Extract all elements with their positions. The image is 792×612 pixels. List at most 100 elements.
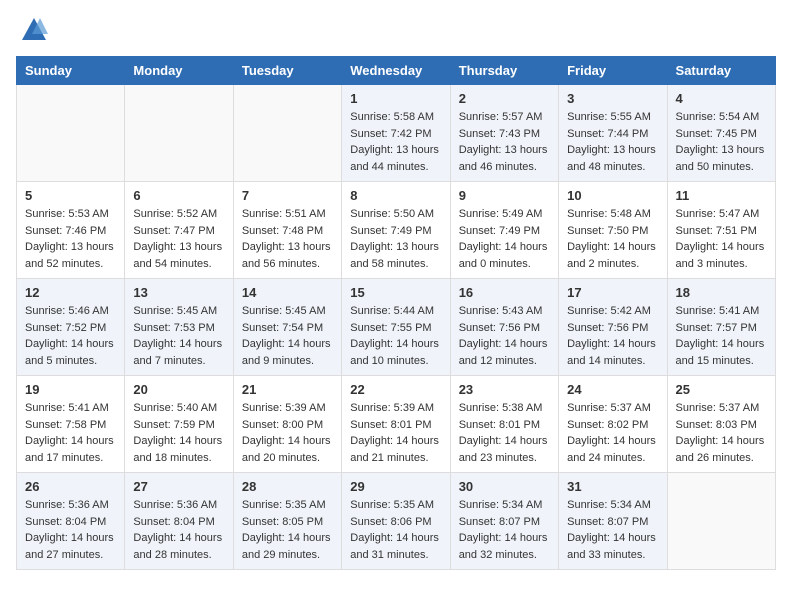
day-number: 27 (133, 479, 224, 494)
header-friday: Friday (559, 57, 667, 85)
day-number: 20 (133, 382, 224, 397)
calendar-week-row: 19 Sunrise: 5:41 AMSunset: 7:58 PMDayligh… (17, 376, 776, 473)
day-info: Sunrise: 5:51 AMSunset: 7:48 PMDaylight:… (242, 206, 333, 272)
calendar-week-row: 12 Sunrise: 5:46 AMSunset: 7:52 PMDayligh… (17, 279, 776, 376)
day-number: 22 (350, 382, 441, 397)
logo-icon (20, 16, 48, 44)
calendar-cell: 31Sunrise: 5:34 AMSunset: 8:07 PMDayligh… (559, 473, 667, 570)
calendar-cell: 13 Sunrise: 5:45 AMSunset: 7:53 PMDayligh… (125, 279, 233, 376)
calendar-cell (233, 85, 341, 182)
day-info: Sunrise: 5:37 AMSunset: 8:03 PMDaylight:… (676, 400, 767, 466)
calendar-cell: 21Sunrise: 5:39 AMSunset: 8:00 PMDayligh… (233, 376, 341, 473)
calendar-cell: 28 Sunrise: 5:35 AMSunset: 8:05 PMDayligh… (233, 473, 341, 570)
day-info: Sunrise: 5:53 AMSunset: 7:46 PMDaylight:… (25, 206, 116, 272)
day-number: 29 (350, 479, 441, 494)
header-thursday: Thursday (450, 57, 558, 85)
calendar-cell: 26 Sunrise: 5:36 AMSunset: 8:04 PMDayligh… (17, 473, 125, 570)
day-info: Sunrise: 5:58 AMSunset: 7:42 PMDaylight:… (350, 109, 441, 175)
day-number: 8 (350, 188, 441, 203)
day-info: Sunrise: 5:35 AMSunset: 8:05 PMDaylight:… (242, 497, 333, 563)
calendar-week-row: 5 Sunrise: 5:53 AMSunset: 7:46 PMDaylight… (17, 182, 776, 279)
day-number: 10 (567, 188, 658, 203)
calendar-cell: 6 Sunrise: 5:52 AMSunset: 7:47 PMDaylight… (125, 182, 233, 279)
page-header (16, 16, 776, 44)
calendar-cell: 3Sunrise: 5:55 AMSunset: 7:44 PMDaylight… (559, 85, 667, 182)
day-info: Sunrise: 5:45 AMSunset: 7:53 PMDaylight:… (133, 303, 224, 369)
calendar-week-row: 1 Sunrise: 5:58 AMSunset: 7:42 PMDaylight… (17, 85, 776, 182)
day-info: Sunrise: 5:38 AMSunset: 8:01 PMDaylight:… (459, 400, 550, 466)
day-info: Sunrise: 5:50 AMSunset: 7:49 PMDaylight:… (350, 206, 441, 272)
calendar-cell: 7 Sunrise: 5:51 AMSunset: 7:48 PMDaylight… (233, 182, 341, 279)
day-info: Sunrise: 5:41 AMSunset: 7:57 PMDaylight:… (676, 303, 767, 369)
day-number: 7 (242, 188, 333, 203)
day-number: 12 (25, 285, 116, 300)
day-number: 2 (459, 91, 550, 106)
day-info: Sunrise: 5:52 AMSunset: 7:47 PMDaylight:… (133, 206, 224, 272)
day-number: 28 (242, 479, 333, 494)
header-wednesday: Wednesday (342, 57, 450, 85)
calendar-cell: 17 Sunrise: 5:42 AMSunset: 7:56 PMDayligh… (559, 279, 667, 376)
day-info: Sunrise: 5:54 AMSunset: 7:45 PMDaylight:… (676, 109, 767, 175)
day-number: 17 (567, 285, 658, 300)
day-number: 9 (459, 188, 550, 203)
header-monday: Monday (125, 57, 233, 85)
day-info: Sunrise: 5:43 AMSunset: 7:56 PMDaylight:… (459, 303, 550, 369)
header-saturday: Saturday (667, 57, 775, 85)
calendar-cell (667, 473, 775, 570)
calendar-cell: 5 Sunrise: 5:53 AMSunset: 7:46 PMDaylight… (17, 182, 125, 279)
day-info: Sunrise: 5:36 AMSunset: 8:04 PMDaylight:… (133, 497, 224, 563)
logo (16, 16, 48, 44)
day-info: Sunrise: 5:49 AMSunset: 7:49 PMDaylight:… (459, 206, 550, 272)
calendar-cell: 18 Sunrise: 5:41 AMSunset: 7:57 PMDayligh… (667, 279, 775, 376)
calendar-cell: 29 Sunrise: 5:35 AMSunset: 8:06 PMDayligh… (342, 473, 450, 570)
day-number: 1 (350, 91, 441, 106)
day-number: 3 (567, 91, 658, 106)
day-info: Sunrise: 5:47 AMSunset: 7:51 PMDaylight:… (676, 206, 767, 272)
calendar-cell: 20Sunrise: 5:40 AMSunset: 7:59 PMDayligh… (125, 376, 233, 473)
day-number: 30 (459, 479, 550, 494)
calendar-header-row: SundayMondayTuesdayWednesdayThursdayFrid… (17, 57, 776, 85)
calendar-cell: 2 Sunrise: 5:57 AMSunset: 7:43 PMDaylight… (450, 85, 558, 182)
day-number: 5 (25, 188, 116, 203)
day-info: Sunrise: 5:36 AMSunset: 8:04 PMDaylight:… (25, 497, 116, 563)
day-number: 13 (133, 285, 224, 300)
calendar-cell: 19 Sunrise: 5:41 AMSunset: 7:58 PMDayligh… (17, 376, 125, 473)
day-number: 23 (459, 382, 550, 397)
day-number: 6 (133, 188, 224, 203)
calendar-cell: 10Sunrise: 5:48 AMSunset: 7:50 PMDayligh… (559, 182, 667, 279)
calendar-cell: 12 Sunrise: 5:46 AMSunset: 7:52 PMDayligh… (17, 279, 125, 376)
day-info: Sunrise: 5:37 AMSunset: 8:02 PMDaylight:… (567, 400, 658, 466)
day-number: 11 (676, 188, 767, 203)
calendar-week-row: 26 Sunrise: 5:36 AMSunset: 8:04 PMDayligh… (17, 473, 776, 570)
day-number: 14 (242, 285, 333, 300)
day-info: Sunrise: 5:41 AMSunset: 7:58 PMDaylight:… (25, 400, 116, 466)
day-info: Sunrise: 5:34 AMSunset: 8:07 PMDaylight:… (459, 497, 550, 563)
calendar-cell: 11 Sunrise: 5:47 AMSunset: 7:51 PMDayligh… (667, 182, 775, 279)
day-number: 18 (676, 285, 767, 300)
calendar-cell: 14 Sunrise: 5:45 AMSunset: 7:54 PMDayligh… (233, 279, 341, 376)
day-number: 31 (567, 479, 658, 494)
day-number: 4 (676, 91, 767, 106)
day-number: 16 (459, 285, 550, 300)
day-info: Sunrise: 5:46 AMSunset: 7:52 PMDaylight:… (25, 303, 116, 369)
calendar-cell: 8 Sunrise: 5:50 AMSunset: 7:49 PMDaylight… (342, 182, 450, 279)
day-info: Sunrise: 5:42 AMSunset: 7:56 PMDaylight:… (567, 303, 658, 369)
day-number: 25 (676, 382, 767, 397)
calendar-cell: 16 Sunrise: 5:43 AMSunset: 7:56 PMDayligh… (450, 279, 558, 376)
day-info: Sunrise: 5:39 AMSunset: 8:01 PMDaylight:… (350, 400, 441, 466)
calendar-cell: 9 Sunrise: 5:49 AMSunset: 7:49 PMDaylight… (450, 182, 558, 279)
day-info: Sunrise: 5:45 AMSunset: 7:54 PMDaylight:… (242, 303, 333, 369)
calendar-cell: 23 Sunrise: 5:38 AMSunset: 8:01 PMDayligh… (450, 376, 558, 473)
calendar-cell: 25 Sunrise: 5:37 AMSunset: 8:03 PMDayligh… (667, 376, 775, 473)
calendar-table: SundayMondayTuesdayWednesdayThursdayFrid… (16, 56, 776, 570)
day-number: 26 (25, 479, 116, 494)
calendar-cell: 30 Sunrise: 5:34 AMSunset: 8:07 PMDayligh… (450, 473, 558, 570)
calendar-cell: 24Sunrise: 5:37 AMSunset: 8:02 PMDayligh… (559, 376, 667, 473)
calendar-cell (125, 85, 233, 182)
calendar-cell: 4 Sunrise: 5:54 AMSunset: 7:45 PMDaylight… (667, 85, 775, 182)
day-number: 19 (25, 382, 116, 397)
day-info: Sunrise: 5:57 AMSunset: 7:43 PMDaylight:… (459, 109, 550, 175)
day-info: Sunrise: 5:44 AMSunset: 7:55 PMDaylight:… (350, 303, 441, 369)
day-info: Sunrise: 5:35 AMSunset: 8:06 PMDaylight:… (350, 497, 441, 563)
calendar-cell (17, 85, 125, 182)
